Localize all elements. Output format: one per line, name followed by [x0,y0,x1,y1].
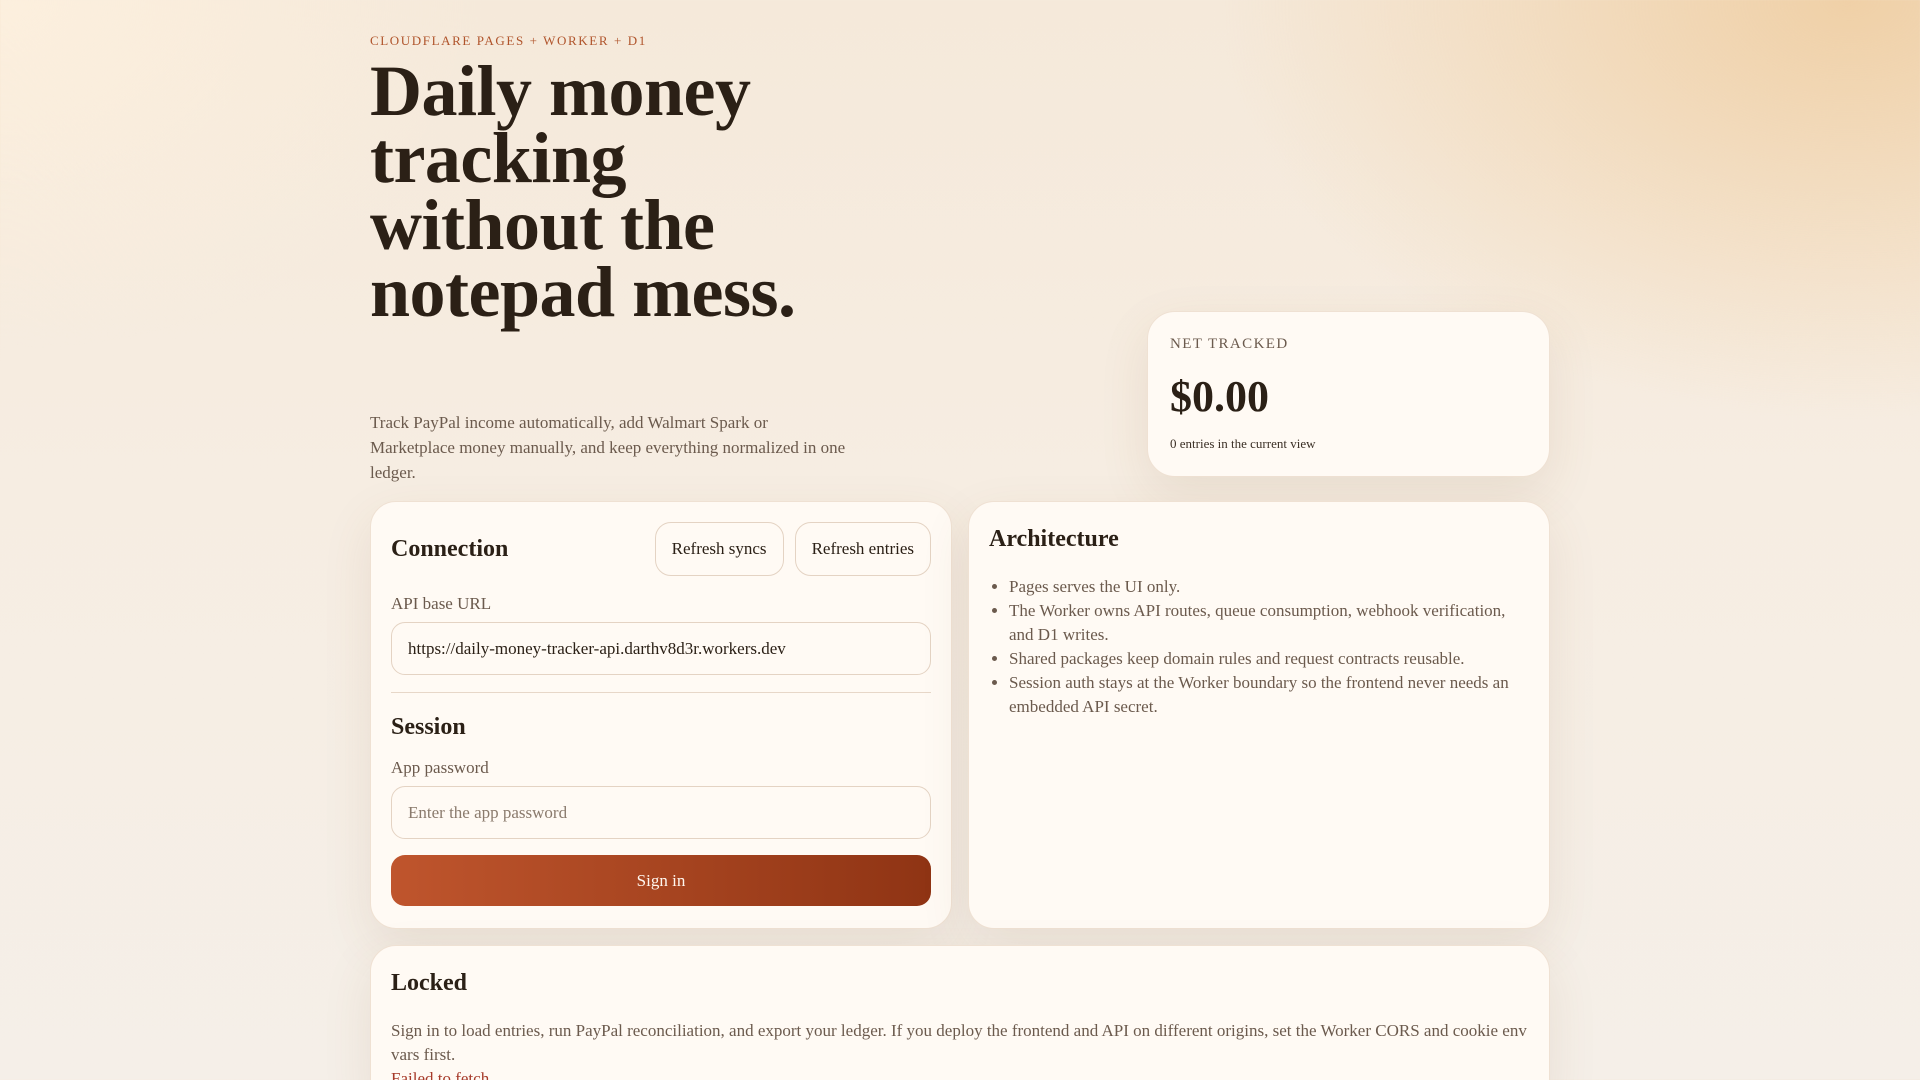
locked-message: Sign in to load entries, run PayPal reco… [391,1021,1527,1064]
list-item: The Worker owns API routes, queue consum… [1009,599,1529,647]
net-tracked-value: $0.00 [1170,372,1269,421]
entries-count-note: 0 entries in the current view [1170,436,1316,451]
fetch-error-message: Failed to fetch [391,1069,490,1080]
sign-in-button[interactable]: Sign in [391,855,931,906]
list-item: Shared packages keep domain rules and re… [1009,647,1529,671]
page-subtitle: Track PayPal income automatically, add W… [370,413,846,482]
page-title: Daily money tracking without the notepad… [370,51,796,332]
api-base-url-input[interactable] [391,622,931,675]
session-title: Session [391,714,466,740]
locked-message-block: Sign in to load entries, run PayPal reco… [391,1019,1529,1080]
architecture-card: Architecture Pages serves the UI only. T… [968,501,1550,929]
api-base-url-label: API base URL [391,594,492,613]
refresh-entries-button[interactable]: Refresh entries [794,522,931,576]
app-password-label: App password [391,758,489,777]
section-divider [391,692,931,693]
refresh-button-group: Refresh syncs Refresh entries [654,522,931,576]
locked-title: Locked [391,970,468,996]
refresh-syncs-button[interactable]: Refresh syncs [654,522,784,576]
connection-header: Connection Refresh syncs Refresh entries [391,522,931,576]
locked-card: Locked Sign in to load entries, run PayP… [370,945,1550,1080]
list-item: Session auth stays at the Worker boundar… [1009,671,1529,719]
connection-card: Connection Refresh syncs Refresh entries… [370,501,952,929]
app-password-input[interactable] [391,786,931,839]
net-tracked-card: NET TRACKED $0.00 0 entries in the curre… [1147,311,1550,477]
architecture-title: Architecture [989,526,1119,552]
architecture-list: Pages serves the UI only. The Worker own… [989,575,1529,719]
net-tracked-label: NET TRACKED [1170,336,1289,352]
connection-title: Connection [391,535,509,562]
list-item: Pages serves the UI only. [1009,575,1529,599]
eyebrow: CLOUDFLARE PAGES + WORKER + D1 [370,33,647,48]
